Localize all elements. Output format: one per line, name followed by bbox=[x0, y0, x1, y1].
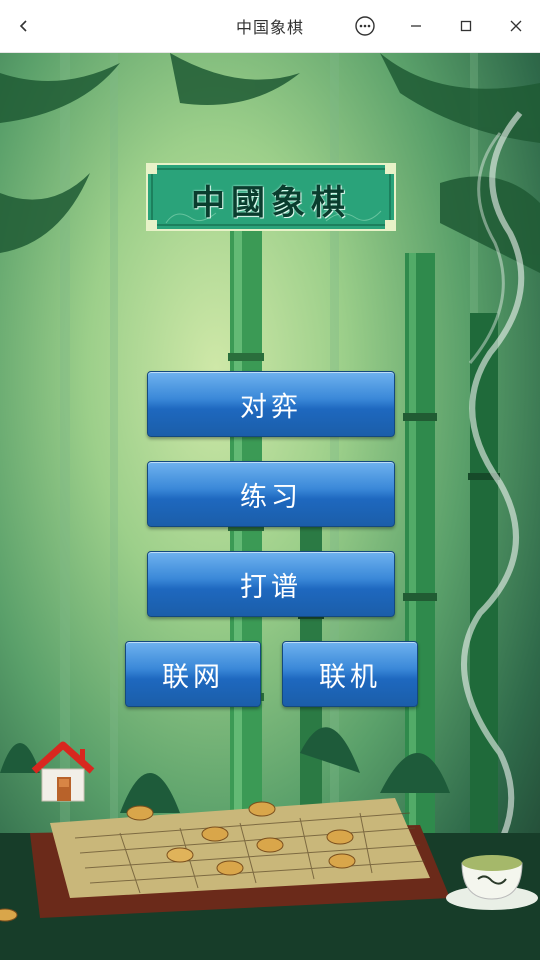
lianwang-button[interactable]: 联网 bbox=[125, 641, 261, 707]
lianxi-button[interactable]: 练习 bbox=[147, 461, 395, 527]
maximize-icon[interactable] bbox=[452, 12, 480, 40]
dapu-button[interactable]: 打谱 bbox=[147, 551, 395, 617]
duiyi-button[interactable]: 对弈 bbox=[147, 371, 395, 437]
close-icon[interactable] bbox=[502, 12, 530, 40]
logo-title: 中國象棋 bbox=[191, 183, 351, 223]
more-options-icon[interactable] bbox=[351, 12, 379, 40]
game-background: 中國象棋 对弈 练习 打谱 联网 联机 bbox=[0, 53, 540, 960]
title-bar: 中国象棋 bbox=[0, 0, 540, 53]
minimize-icon[interactable] bbox=[402, 12, 430, 40]
game-logo: 中國象棋 bbox=[146, 163, 396, 231]
lianji-button[interactable]: 联机 bbox=[282, 641, 418, 707]
app-window: 中国象棋 中國象棋 对弈 练习 打谱 联网 联机 bbox=[0, 0, 540, 960]
home-icon[interactable] bbox=[30, 741, 96, 805]
